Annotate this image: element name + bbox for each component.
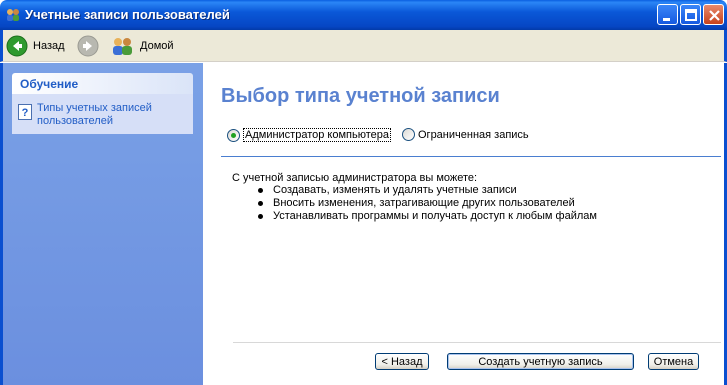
account-types-link[interactable]: Типы учетных записей пользователей xyxy=(37,102,187,128)
users-app-icon xyxy=(7,9,19,21)
permissions-list: Создавать, изменять и удалять учетные за… xyxy=(258,184,597,223)
forward-arrow-icon xyxy=(77,35,99,57)
back-nav-button[interactable]: < Назад xyxy=(375,353,429,370)
bullet-icon xyxy=(258,188,263,193)
list-item-text: Устанавливать программы и получать досту… xyxy=(273,210,597,222)
radio-limited-circle[interactable] xyxy=(402,128,415,141)
toolbar: Назад Домой xyxy=(0,30,727,62)
radio-administrator[interactable]: Администратор компьютера xyxy=(227,128,391,142)
list-item: Вносить изменения, затрагивающие других … xyxy=(258,197,597,210)
radio-administrator-circle[interactable] xyxy=(227,128,240,142)
bullet-icon xyxy=(258,214,263,219)
back-label: Назад xyxy=(33,40,65,52)
bullet-icon xyxy=(258,201,263,206)
radio-administrator-label: Администратор компьютера xyxy=(243,128,391,142)
minimize-icon xyxy=(663,18,670,21)
window-title: Учетные записи пользователей xyxy=(25,7,230,22)
maximize-button[interactable] xyxy=(680,4,701,25)
help-document-icon: ? xyxy=(18,104,32,120)
description-text: С учетной записью администратора вы може… xyxy=(232,172,478,184)
list-item-text: Вносить изменения, затрагивающие других … xyxy=(273,197,575,209)
close-icon xyxy=(709,10,720,21)
cancel-button[interactable]: Отмена xyxy=(648,353,699,370)
divider xyxy=(221,156,721,157)
learning-panel: Обучение ? Типы учетных записей пользова… xyxy=(12,73,193,134)
create-account-button[interactable]: Создать учетную запись xyxy=(447,353,634,370)
radio-limited[interactable]: Ограниченная запись xyxy=(402,128,529,141)
learning-panel-body: ? Типы учетных записей пользователей xyxy=(12,94,193,134)
back-button[interactable]: Назад xyxy=(6,34,65,58)
title-bar: Учетные записи пользователей xyxy=(0,0,727,30)
footer-divider xyxy=(233,342,721,343)
svg-text:?: ? xyxy=(22,107,29,119)
minimize-button[interactable] xyxy=(657,4,678,25)
list-item: Создавать, изменять и удалять учетные за… xyxy=(258,184,597,197)
list-item: Устанавливать программы и получать досту… xyxy=(258,210,597,223)
users-home-icon xyxy=(113,38,132,55)
radio-limited-label: Ограниченная запись xyxy=(418,128,529,141)
maximize-icon xyxy=(685,9,697,21)
learning-panel-header: Обучение xyxy=(12,73,193,94)
main-panel: Выбор типа учетной записи Администратор … xyxy=(203,63,727,385)
page-title: Выбор типа учетной записи xyxy=(221,85,500,107)
forward-button[interactable] xyxy=(77,34,99,58)
list-item-text: Создавать, изменять и удалять учетные за… xyxy=(273,184,517,196)
back-arrow-icon xyxy=(6,35,28,57)
home-button[interactable]: Домой xyxy=(111,34,174,58)
home-label: Домой xyxy=(140,40,174,52)
close-button[interactable] xyxy=(703,4,724,25)
sidebar: Обучение ? Типы учетных записей пользова… xyxy=(0,63,203,385)
